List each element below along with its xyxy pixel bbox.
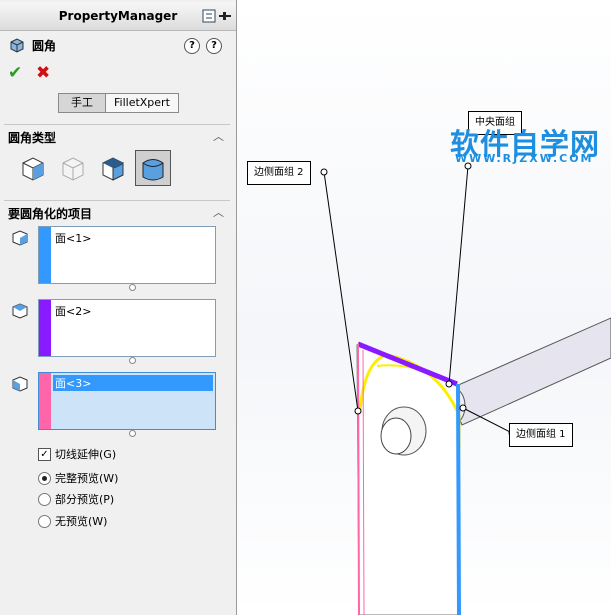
pm-header-title: PropertyManager: [58, 9, 178, 23]
fillet-feature-icon: [10, 38, 24, 53]
full-preview-radio[interactable]: [38, 471, 51, 485]
cancel-x-icon[interactable]: ✖: [36, 63, 50, 83]
feature-name: 圆角: [32, 38, 57, 53]
side-face-set-1-icon: [12, 230, 28, 246]
tab-filletxpert[interactable]: FilletXpert: [106, 93, 179, 113]
callout-side-face-2: 边侧面组 2: [247, 161, 311, 185]
tangent-propagation-label: 切线延伸(G): [55, 448, 117, 461]
edge-right: [456, 383, 461, 615]
help-icon[interactable]: ?: [206, 38, 222, 54]
pin-icon[interactable]: [202, 9, 232, 23]
no-preview-label: 无预览(W): [55, 515, 108, 528]
full-round-fillet-button[interactable]: [135, 150, 171, 186]
pm-header: PropertyManager: [0, 2, 236, 31]
mode-tabs: 手工 FilletXpert: [58, 93, 179, 113]
section-title-items: 要圆角化的项目: [8, 207, 93, 221]
constant-radius-icon: [22, 157, 44, 181]
variable-radius-icon: [62, 157, 84, 181]
side-face-set-1-list[interactable]: 面<1>: [38, 226, 216, 284]
list-item[interactable]: 面<2>: [55, 303, 91, 319]
partial-preview-option[interactable]: 部分预览(P): [38, 491, 114, 507]
tangent-propagation-option[interactable]: ✓ 切线延伸(G): [38, 446, 116, 462]
plate-face: [356, 344, 460, 615]
callout-side-face-1: 边侧面组 1: [509, 423, 573, 447]
ok-check-icon[interactable]: ✔: [8, 63, 22, 83]
edge-left: [357, 343, 360, 615]
fillet-type-group: [15, 150, 171, 186]
feature-title: 圆角: [8, 36, 56, 54]
model-view: [320, 162, 611, 615]
full-preview-label: 完整预览(W): [55, 472, 119, 485]
no-preview-option[interactable]: 无预览(W): [38, 513, 107, 529]
center-face-set-list[interactable]: 面<2>: [38, 299, 216, 357]
face-fillet-button[interactable]: [95, 150, 131, 186]
shaft-body: [446, 317, 611, 426]
tab-manual[interactable]: 手工: [58, 93, 106, 113]
list-item[interactable]: 面<1>: [55, 230, 91, 246]
side-face-set-2-list[interactable]: 面<3>: [38, 372, 216, 430]
no-preview-radio[interactable]: [38, 514, 51, 528]
side-face-set-2-icon: [12, 376, 28, 392]
full-preview-option[interactable]: 完整预览(W): [38, 470, 118, 486]
tangent-propagation-checkbox[interactable]: ✓: [38, 447, 51, 461]
watermark-url: WWW.RJZXW.COM: [455, 152, 594, 165]
property-manager: PropertyManager 圆角 ? ? ✔ ✖ 手工 FilletXper…: [0, 0, 237, 615]
section-title-fillet-type: 圆角类型: [8, 131, 57, 145]
boss-face: [380, 417, 412, 455]
graphics-viewport[interactable]: [237, 0, 611, 615]
constant-radius-fillet-button[interactable]: [15, 150, 51, 186]
whats-new-help-icon[interactable]: ?: [184, 38, 200, 54]
list-item[interactable]: 面<3>: [53, 375, 213, 391]
center-face-set-icon: [12, 303, 28, 319]
partial-preview-label: 部分预览(P): [55, 493, 115, 506]
collapse-chevron-icon[interactable]: ︿: [213, 128, 224, 144]
face-fillet-icon: [102, 157, 124, 181]
collapse-chevron-icon[interactable]: ︿: [213, 204, 224, 220]
full-round-icon: [142, 159, 164, 181]
partial-preview-radio[interactable]: [38, 492, 51, 506]
variable-radius-fillet-button[interactable]: [55, 150, 91, 186]
